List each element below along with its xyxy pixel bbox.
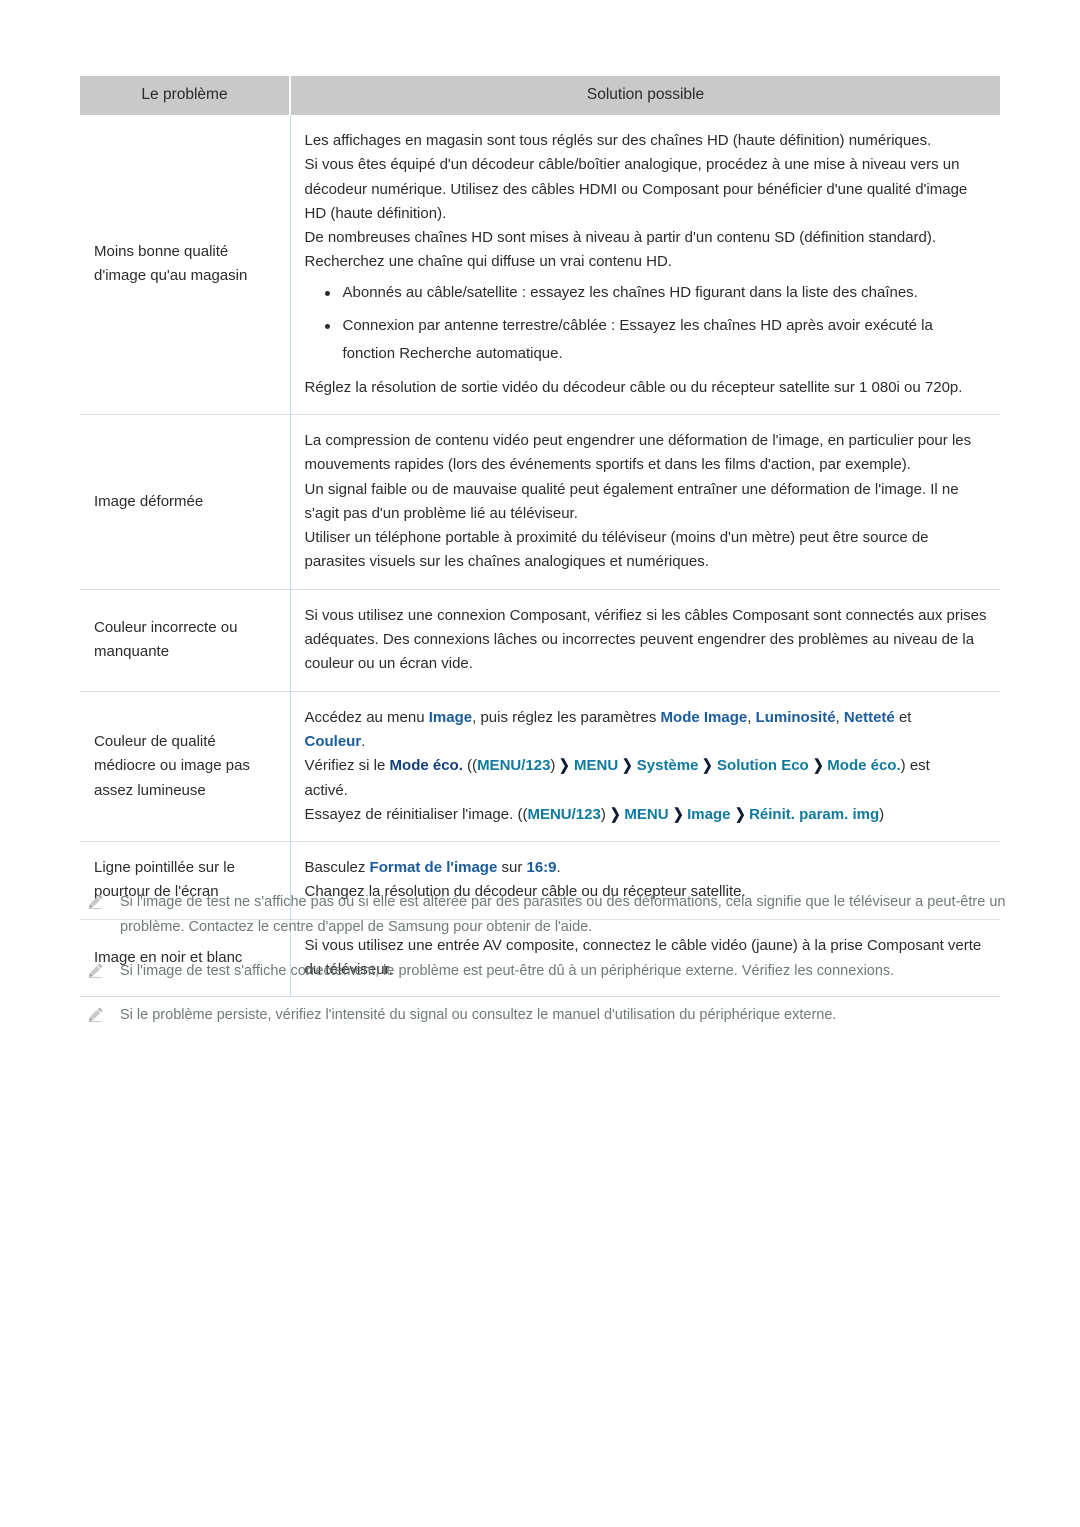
- problem-cell: Couleur incorrecte ou manquante: [80, 588, 291, 692]
- troubleshooting-table: Le problème Solution possible Moins bonn…: [80, 76, 1000, 998]
- footnote-text: Si le problème persiste, vérifiez l'inte…: [120, 1006, 837, 1023]
- chevron-right-icon: ❯: [672, 805, 684, 823]
- menu-token-reinit-param-img: Réinit. param. img: [749, 805, 880, 823]
- text-run: , puis réglez les paramètres: [472, 708, 661, 726]
- bullet-text: Abonnés au câble/satellite : essayez les…: [342, 283, 918, 301]
- solution-line: Basculez Format de l'image sur 16:9.: [305, 856, 991, 880]
- footnote-text: Si l'image de test ne s'affiche pas ou s…: [120, 894, 1006, 935]
- solution-line: Si vous utilisez une connexion Composant…: [304, 606, 987, 673]
- bullet-list: Abonnés au câble/satellite : essayez les…: [305, 281, 991, 367]
- footnote-text: Si l'image de test s'affiche correctemen…: [120, 962, 895, 979]
- text-run: Accédez au menu: [304, 708, 429, 726]
- menu-token-couleur: Couleur: [304, 732, 362, 750]
- footnote: Si le problème persiste, vérifiez l'inte…: [80, 1003, 1020, 1028]
- menu-token-format-image: Format de l'image: [369, 859, 498, 877]
- solution-cell: Si vous utilisez une connexion Composant…: [290, 588, 1000, 692]
- text-run: Vérifiez si le: [304, 757, 390, 775]
- menu-token-image: Image: [428, 708, 473, 726]
- text-run: ): [879, 805, 885, 823]
- chevron-right-icon: ❯: [702, 757, 714, 775]
- solution-line: Couleur.: [305, 730, 991, 754]
- chevron-right-icon: ❯: [734, 805, 746, 823]
- chevron-right-icon: ❯: [622, 757, 633, 775]
- solution-line: activé.: [304, 781, 348, 799]
- troubleshooting-table-wrapper: Le problème Solution possible Moins bonn…: [80, 76, 1000, 998]
- solution-cell: La compression de contenu vidéo peut eng…: [290, 413, 1000, 590]
- text-run: ): [600, 805, 606, 823]
- menu-token-16-9: 16:9: [526, 859, 557, 877]
- solution-cell: Accédez au menu Image, puis réglez les p…: [290, 690, 1000, 842]
- text-run: ,: [747, 708, 756, 726]
- list-item: Connexion par antenne terrestre/câblée :…: [323, 314, 991, 367]
- menu-token-menu123: MENU/123: [477, 757, 551, 775]
- menu-token-solution-eco: Solution Eco: [717, 757, 809, 775]
- table-row: Moins bonne qualité d'image qu'au magasi…: [80, 115, 1000, 415]
- table-row: Couleur de qualité médiocre ou image pas…: [80, 690, 1000, 842]
- table-row: Couleur incorrecte ou manquante Si vous …: [80, 588, 1000, 692]
- table-row: Image déformée La compression de contenu…: [80, 413, 1000, 590]
- menu-token-menu123: MENU/123: [527, 805, 601, 823]
- solution-line: Un signal faible ou de mauvaise qualité …: [304, 480, 959, 522]
- chevron-right-icon: ❯: [609, 805, 621, 823]
- problem-cell: Moins bonne qualité d'image qu'au magasi…: [80, 115, 291, 415]
- solution-line: De nombreuses chaînes HD sont mises à ni…: [304, 229, 937, 271]
- solution-line: Si vous êtes équipé d'un décodeur câble/…: [304, 156, 968, 222]
- solution-line: Accédez au menu Image, puis réglez les p…: [305, 706, 991, 730]
- column-header-solution: Solution possible: [290, 76, 1000, 115]
- menu-token-menu: MENU: [624, 805, 669, 823]
- problem-cell: Image déformée: [80, 413, 291, 590]
- pencil-icon: [86, 893, 104, 911]
- problem-cell: Couleur de qualité médiocre ou image pas…: [80, 690, 291, 842]
- chevron-right-icon: ❯: [559, 757, 571, 775]
- pencil-icon: [86, 1006, 104, 1024]
- document-page: Le problème Solution possible Moins bonn…: [0, 0, 1080, 1527]
- text-run: ((: [462, 757, 478, 775]
- bullet-text: Connexion par antenne terrestre/câblée :…: [342, 317, 933, 335]
- menu-token-systeme: Système: [636, 757, 699, 775]
- footnote: Si l'image de test s'affiche correctemen…: [80, 959, 1020, 984]
- table-header-row: Le problème Solution possible: [80, 76, 1000, 115]
- list-item: Abonnés au câble/satellite : essayez les…: [323, 281, 991, 305]
- chevron-right-icon: ❯: [812, 757, 824, 775]
- menu-token-image: Image: [687, 805, 731, 823]
- menu-token-nettete: Netteté: [843, 708, 895, 726]
- table-header: Le problème Solution possible: [80, 76, 1000, 115]
- menu-token-luminosite: Luminosité: [755, 708, 836, 726]
- text-run: .: [556, 859, 561, 877]
- text-run: Basculez: [304, 859, 370, 877]
- solution-line: Essayez de réinitialiser l'image. ((MENU…: [305, 803, 991, 827]
- bullet-text-continued: fonction Recherche automatique.: [342, 345, 563, 363]
- text-run: sur: [497, 859, 527, 877]
- menu-token-mode-image: Mode Image: [660, 708, 748, 726]
- text-run: Essayez de réinitialiser l'image. ((: [304, 805, 528, 823]
- footnote-list: Si l'image de test ne s'affiche pas ou s…: [80, 890, 1020, 1028]
- solution-line: Vérifiez si le Mode éco. ((MENU/123) ❯ MEN…: [305, 754, 991, 778]
- solution-cell: Les affichages en magasin sont tous régl…: [290, 115, 1000, 414]
- solution-line: Les affichages en magasin sont tous régl…: [304, 132, 932, 149]
- text-run: ,: [835, 708, 844, 726]
- solution-line: La compression de contenu vidéo peut eng…: [304, 431, 972, 474]
- solution-line: Utiliser un téléphone portable à proximi…: [304, 529, 929, 571]
- solution-line: Réglez la résolution de sortie vidéo du …: [304, 378, 963, 396]
- text-run: ): [550, 757, 556, 775]
- text-run: et: [894, 708, 912, 726]
- column-header-problem: Le problème: [80, 76, 291, 115]
- text-run: .: [361, 732, 366, 750]
- menu-token-mode-eco-2: Mode éco.: [827, 757, 901, 775]
- table-body: Moins bonne qualité d'image qu'au magasi…: [80, 115, 1000, 997]
- menu-token-mode-eco: Mode éco.: [389, 757, 463, 775]
- text-run: ) est: [900, 757, 930, 775]
- menu-token-menu: MENU: [574, 757, 619, 775]
- footnote: Si l'image de test ne s'affiche pas ou s…: [80, 890, 1020, 940]
- pencil-icon: [86, 962, 104, 980]
